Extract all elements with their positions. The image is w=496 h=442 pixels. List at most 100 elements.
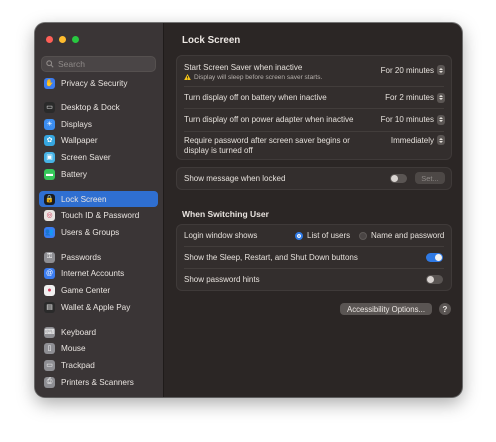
switching-user-group: Login window shows List of users Name an…: [176, 224, 452, 291]
accessibility-options-button[interactable]: Accessibility Options...: [340, 303, 432, 315]
sidebar-item-internet-accounts[interactable]: @ Internet Accounts: [39, 265, 158, 281]
toggle-knob: [435, 254, 442, 261]
trackpad-icon: ▭: [44, 359, 55, 371]
sidebar-item-label: Mouse: [61, 343, 86, 353]
sidebar-item-label: Wallpaper: [61, 135, 98, 145]
sleep-restart-label: Show the Sleep, Restart, and Shut Down b…: [184, 253, 358, 262]
sidebar-item-desktop-dock[interactable]: ▭ Desktop & Dock: [39, 99, 158, 115]
sidebar-item-label: Keyboard: [61, 327, 97, 337]
toggle-knob: [427, 276, 434, 283]
screen-saver-row: Start Screen Saver when inactive Display…: [177, 59, 451, 84]
login-window-label: Login window shows: [184, 231, 258, 240]
stepper-icon: [437, 65, 445, 75]
sidebar-item-label: Printers & Scanners: [61, 377, 134, 387]
sidebar-item-trackpad[interactable]: ▭ Trackpad: [39, 357, 158, 373]
toggle-knob: [391, 175, 398, 182]
display-off-battery-row: Turn display off on battery when inactiv…: [177, 87, 451, 108]
sidebar-item-keyboard[interactable]: ⌨ Keyboard: [39, 324, 158, 340]
mouse-icon: ▯: [44, 342, 55, 354]
sleep-restart-toggle[interactable]: [426, 253, 443, 262]
keyboard-icon: ⌨: [44, 326, 55, 338]
require-password-row: Require password after screen saver begi…: [177, 132, 451, 159]
stepper-icon: [437, 114, 445, 125]
warning-icon: [184, 74, 191, 80]
password-hints-row: Show password hints: [177, 269, 451, 290]
sidebar-item-label: Lock Screen: [61, 194, 107, 204]
lock-message-group: Show message when locked Set...: [176, 167, 452, 190]
sidebar-item-mouse[interactable]: ▯ Mouse: [39, 340, 158, 356]
search-field[interactable]: Search: [41, 56, 156, 72]
window-controls: [46, 36, 79, 43]
sidebar-item-label: Users & Groups: [61, 227, 120, 237]
sidebar-item-displays[interactable]: ☀ Displays: [39, 116, 158, 132]
screensaver-icon: ▣: [44, 151, 55, 163]
printer-icon: ⎙: [44, 376, 55, 388]
show-message-toggle[interactable]: [390, 174, 407, 183]
sidebar-item-passwords[interactable]: ⚿ Passwords: [39, 249, 158, 265]
close-window-button[interactable]: [46, 36, 53, 43]
sidebar-item-privacy-security[interactable]: ✋ Privacy & Security: [39, 75, 158, 91]
sidebar-item-printers-scanners[interactable]: ⎙ Printers & Scanners: [39, 374, 158, 390]
sidebar-item-label: Passwords: [61, 252, 102, 262]
switching-user-header: When Switching User: [182, 209, 269, 219]
require-password-label-2: display is turned off: [184, 146, 253, 155]
sidebar-item-label: Screen Saver: [61, 152, 111, 162]
radio-list-of-users-label: List of users: [307, 231, 351, 240]
lock-settings-group: Start Screen Saver when inactive Display…: [176, 55, 452, 160]
sidebar-item-game-center[interactable]: ● Game Center: [39, 282, 158, 298]
sleep-restart-row: Show the Sleep, Restart, and Shut Down b…: [177, 247, 451, 268]
sidebar: Search ✋ Privacy & Security ▭ Desktop & Doc…: [35, 23, 164, 397]
lock-icon: 🔒: [44, 193, 55, 205]
users-icon: 👥: [44, 226, 55, 238]
require-password-label-1: Require password after screen saver begi…: [184, 136, 350, 145]
sidebar-item-label: Privacy & Security: [61, 78, 128, 88]
sun-icon: ☀: [44, 118, 55, 130]
search-placeholder: Search: [58, 59, 85, 69]
sidebar-item-users-groups[interactable]: 👥 Users & Groups: [39, 224, 158, 240]
display-off-adapter-popup[interactable]: For 10 minutes: [380, 114, 445, 125]
screen-saver-warning-text: Display will sleep before screen saver s…: [194, 73, 323, 81]
require-password-value: Immediately: [390, 135, 434, 145]
radio-name-and-password[interactable]: Name and password: [359, 231, 444, 240]
page-title: Lock Screen: [182, 35, 241, 46]
display-off-adapter-value: For 10 minutes: [380, 115, 434, 124]
radio-selected-icon: [295, 231, 303, 240]
desktop-icon: ▭: [44, 101, 55, 113]
sidebar-item-label: Displays: [61, 119, 92, 129]
key-icon: ⚿: [44, 251, 55, 263]
screen-saver-popup[interactable]: For 20 minutes: [381, 65, 445, 75]
require-password-popup[interactable]: Immediately: [391, 135, 445, 145]
sidebar-item-label: Trackpad: [61, 360, 95, 370]
fingerprint-icon: ◎: [44, 209, 55, 221]
display-off-battery-label: Turn display off on battery when inactiv…: [184, 93, 327, 102]
sidebar-item-label: Touch ID & Password: [61, 210, 140, 220]
login-window-row: Login window shows List of users Name an…: [177, 225, 451, 246]
sidebar-item-battery[interactable]: ▬ Battery: [39, 166, 158, 182]
minimize-window-button[interactable]: [59, 36, 66, 43]
display-off-adapter-label: Turn display off on power adapter when i…: [184, 115, 354, 124]
hand-icon: ✋: [44, 77, 55, 89]
sidebar-item-lock-screen[interactable]: 🔒 Lock Screen: [39, 191, 158, 207]
stepper-icon: [437, 92, 445, 103]
show-message-row: Show message when locked Set...: [177, 168, 451, 189]
sidebar-item-wallpaper[interactable]: ✿ Wallpaper: [39, 132, 158, 148]
set-message-button[interactable]: Set...: [415, 172, 445, 184]
sidebar-item-label: Desktop & Dock: [61, 102, 120, 112]
radio-list-of-users[interactable]: List of users: [295, 231, 350, 240]
main-pane: Lock Screen Start Screen Saver when inac…: [164, 23, 462, 397]
radio-unselected-icon: [359, 231, 367, 240]
show-message-label: Show message when locked: [184, 174, 286, 183]
sidebar-item-wallet-apple-pay[interactable]: ▤ Wallet & Apple Pay: [39, 299, 158, 315]
password-hints-toggle[interactable]: [426, 275, 443, 284]
sidebar-item-screen-saver[interactable]: ▣ Screen Saver: [39, 149, 158, 165]
help-button[interactable]: ?: [439, 303, 451, 315]
zoom-window-button[interactable]: [72, 36, 79, 43]
sidebar-item-label: Battery: [61, 169, 87, 179]
sidebar-item-label: Game Center: [61, 285, 111, 295]
display-off-battery-value: For 2 minutes: [385, 93, 434, 102]
settings-window: Search ✋ Privacy & Security ▭ Desktop & Doc…: [35, 23, 462, 397]
search-icon: [46, 60, 54, 68]
password-hints-label: Show password hints: [184, 275, 260, 284]
display-off-battery-popup[interactable]: For 2 minutes: [385, 92, 445, 103]
sidebar-item-touch-id-password[interactable]: ◎ Touch ID & Password: [39, 207, 158, 223]
